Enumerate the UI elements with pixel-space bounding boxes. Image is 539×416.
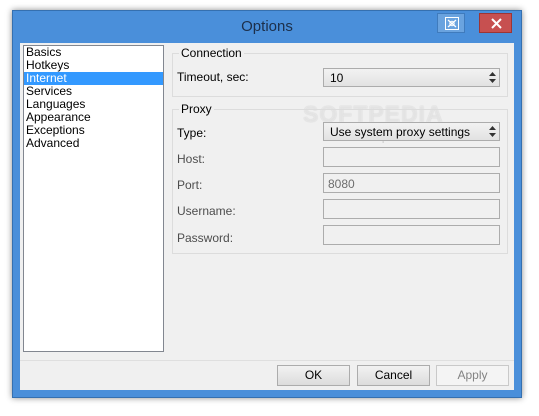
port-value: 8080 xyxy=(328,177,355,191)
proxy-type-dropdown[interactable]: Use system proxy settings xyxy=(323,122,500,141)
timeout-value: 10 xyxy=(330,71,344,85)
port-label: Port: xyxy=(177,178,203,192)
connection-group: Connection Timeout, sec: 10 xyxy=(172,46,508,97)
updown-arrows-icon xyxy=(489,72,496,83)
connection-group-title: Connection xyxy=(179,46,244,60)
host-label: Host: xyxy=(177,152,206,166)
dialog-body: Basics Hotkeys Internet Services Languag… xyxy=(20,43,514,390)
proxy-type-label: Type: xyxy=(177,126,207,140)
restore-button[interactable] xyxy=(437,13,465,33)
host-field[interactable] xyxy=(323,147,500,167)
timeout-spinner[interactable]: 10 xyxy=(323,68,500,87)
password-label: Password: xyxy=(177,231,234,245)
proxy-group-title: Proxy xyxy=(179,102,214,116)
proxy-group: Proxy Type: Use system proxy settings Ho… xyxy=(172,102,508,254)
close-icon xyxy=(491,18,502,29)
dialog-button-bar: OK Cancel Apply xyxy=(20,360,514,390)
restore-icon xyxy=(445,17,459,30)
port-field[interactable]: 8080 xyxy=(323,173,500,193)
ok-button[interactable]: OK xyxy=(277,365,350,386)
proxy-type-value: Use system proxy settings xyxy=(330,125,471,139)
cancel-button[interactable]: Cancel xyxy=(357,365,430,386)
username-field[interactable] xyxy=(323,199,500,219)
password-field[interactable] xyxy=(323,225,500,245)
category-list[interactable]: Basics Hotkeys Internet Services Languag… xyxy=(23,45,164,352)
apply-button[interactable]: Apply xyxy=(436,365,509,386)
category-item-advanced[interactable]: Advanced xyxy=(24,137,163,150)
title-bar[interactable]: Options xyxy=(13,11,521,43)
close-button[interactable] xyxy=(479,13,512,33)
updown-arrows-icon xyxy=(489,126,496,137)
timeout-label: Timeout, sec: xyxy=(177,70,249,84)
options-window: Options Basics Hotkeys Internet Services… xyxy=(12,10,522,398)
username-label: Username: xyxy=(177,204,236,218)
